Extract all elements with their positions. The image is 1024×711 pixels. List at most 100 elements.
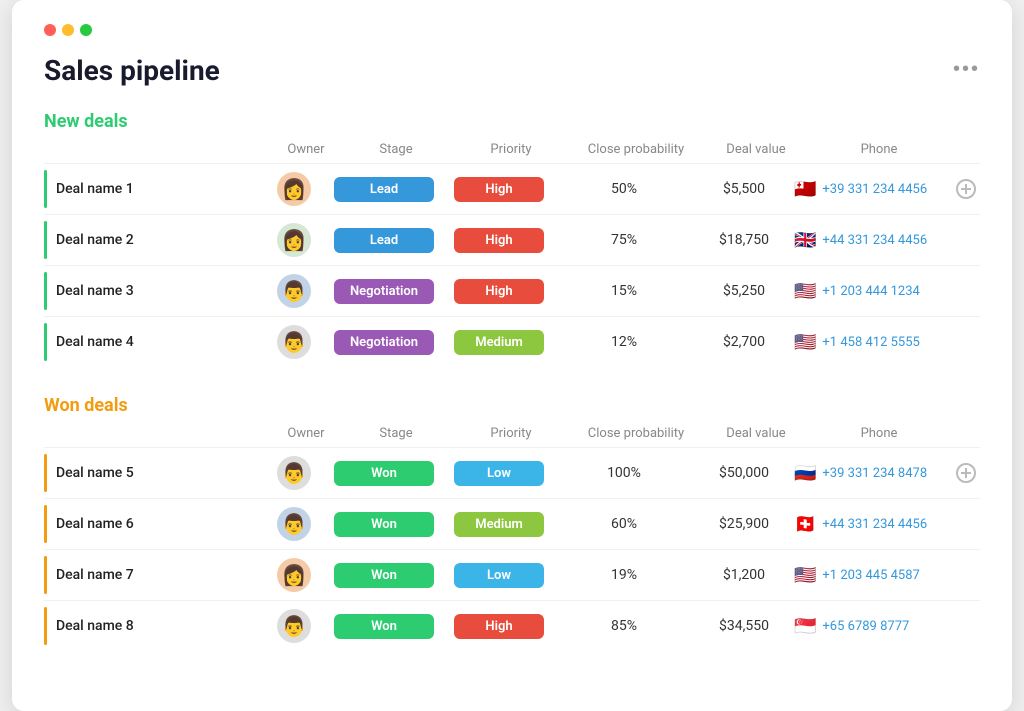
stage-cell: Lead	[324, 228, 444, 253]
stage-badge: Negotiation	[334, 279, 434, 304]
tl-maximize[interactable]	[80, 24, 92, 36]
col-close-prob: Close probability	[566, 142, 706, 157]
deal-value: $25,900	[694, 516, 794, 532]
priority-badge: Low	[454, 563, 544, 588]
phone-number[interactable]: +39 331 234 8478	[822, 466, 927, 481]
col-priority: Priority	[456, 142, 566, 157]
new-deals-header: Owner Stage Priority Close probability D…	[44, 142, 980, 163]
won-deals-title: Won deals	[44, 395, 980, 416]
add-deal-button[interactable]	[952, 179, 980, 199]
close-probability: 50%	[554, 181, 694, 197]
avatar: 👩	[277, 558, 311, 592]
stage-badge: Won	[334, 461, 434, 486]
stage-cell: Negotiation	[324, 330, 444, 355]
stage-cell: Won	[324, 614, 444, 639]
table-row: Deal name 4 👨 Negotiation Medium 12% $2,…	[44, 316, 980, 367]
phone-number[interactable]: +39 331 234 4456	[822, 182, 927, 197]
avatar-cell: 👨	[264, 609, 324, 643]
col-add-new	[952, 142, 980, 157]
col-deal-value: Deal value	[706, 142, 806, 157]
phone-cell: 🇹🇴 +39 331 234 4456	[794, 179, 952, 200]
flag-icon: 🇷🇺	[794, 463, 816, 484]
avatar: 👩	[277, 223, 311, 257]
priority-cell: Medium	[444, 330, 554, 355]
col-owner: Owner	[276, 142, 336, 157]
won-col-stage: Stage	[336, 426, 456, 441]
avatar: 👨	[277, 609, 311, 643]
table-row: Deal name 3 👨 Negotiation High 15% $5,25…	[44, 265, 980, 316]
main-window: Sales pipeline ••• New deals Owner Stage…	[12, 0, 1012, 711]
deal-name: Deal name 2	[44, 232, 264, 248]
flag-icon: 🇨🇭	[794, 514, 816, 535]
stage-cell: Negotiation	[324, 279, 444, 304]
phone-number[interactable]: +44 331 234 4456	[822, 517, 927, 532]
stage-cell: Won	[324, 461, 444, 486]
avatar: 👨	[277, 456, 311, 490]
close-probability: 100%	[554, 465, 694, 481]
phone-number[interactable]: +1 203 445 4587	[822, 568, 919, 583]
new-deals-table: Owner Stage Priority Close probability D…	[44, 142, 980, 367]
deal-value: $34,550	[694, 618, 794, 634]
avatar-cell: 👩	[264, 558, 324, 592]
flag-icon: 🇺🇸	[794, 332, 816, 353]
phone-number[interactable]: +44 331 234 4456	[822, 233, 927, 248]
flag-icon: 🇹🇴	[794, 179, 816, 200]
phone-number[interactable]: +65 6789 8777	[822, 619, 909, 634]
deal-value: $5,500	[694, 181, 794, 197]
priority-badge: High	[454, 279, 544, 304]
phone-number[interactable]: +1 203 444 1234	[822, 284, 919, 299]
more-button[interactable]: •••	[953, 58, 980, 81]
deal-name: Deal name 5	[44, 465, 264, 481]
priority-badge: Medium	[454, 512, 544, 537]
priority-cell: Low	[444, 461, 554, 486]
add-deal-button[interactable]	[952, 463, 980, 483]
close-probability: 15%	[554, 283, 694, 299]
priority-badge: Medium	[454, 330, 544, 355]
deal-value: $1,200	[694, 567, 794, 583]
won-deals-rows: Deal name 5 👨 Won Low 100% $50,000 🇷🇺 +3…	[44, 447, 980, 651]
avatar-cell: 👨	[264, 274, 324, 308]
avatar-cell: 👨	[264, 325, 324, 359]
won-col-name	[56, 426, 276, 441]
table-row: Deal name 2 👩 Lead High 75% $18,750 🇬🇧 +…	[44, 214, 980, 265]
won-col-priority: Priority	[456, 426, 566, 441]
avatar-cell: 👩	[264, 223, 324, 257]
phone-cell: 🇷🇺 +39 331 234 8478	[794, 463, 952, 484]
flag-icon: 🇸🇬	[794, 616, 816, 637]
new-deals-section: New deals Owner Stage Priority Close pro…	[44, 111, 980, 367]
won-col-owner: Owner	[276, 426, 336, 441]
phone-cell: 🇨🇭 +44 331 234 4456	[794, 514, 952, 535]
stage-cell: Lead	[324, 177, 444, 202]
stage-badge: Won	[334, 563, 434, 588]
avatar: 👨	[277, 507, 311, 541]
phone-cell: 🇺🇸 +1 203 445 4587	[794, 565, 952, 586]
page-title: Sales pipeline	[44, 54, 980, 87]
tl-minimize[interactable]	[62, 24, 74, 36]
priority-badge: High	[454, 177, 544, 202]
priority-cell: High	[444, 614, 554, 639]
flag-icon: 🇺🇸	[794, 281, 816, 302]
new-deals-title: New deals	[44, 111, 980, 132]
flag-icon: 🇺🇸	[794, 565, 816, 586]
close-probability: 85%	[554, 618, 694, 634]
phone-cell: 🇺🇸 +1 458 412 5555	[794, 332, 952, 353]
table-row: Deal name 7 👩 Won Low 19% $1,200 🇺🇸 +1 2…	[44, 549, 980, 600]
new-deals-rows: Deal name 1 👩 Lead High 50% $5,500 🇹🇴 +3…	[44, 163, 980, 367]
phone-cell: 🇸🇬 +65 6789 8777	[794, 616, 952, 637]
stage-badge: Lead	[334, 228, 434, 253]
priority-badge: High	[454, 228, 544, 253]
avatar-cell: 👨	[264, 456, 324, 490]
deal-name: Deal name 7	[44, 567, 264, 583]
close-probability: 60%	[554, 516, 694, 532]
avatar-cell: 👨	[264, 507, 324, 541]
table-row: Deal name 6 👨 Won Medium 60% $25,900 🇨🇭 …	[44, 498, 980, 549]
priority-badge: High	[454, 614, 544, 639]
deal-name: Deal name 4	[44, 334, 264, 350]
col-stage: Stage	[336, 142, 456, 157]
priority-cell: High	[444, 279, 554, 304]
phone-number[interactable]: +1 458 412 5555	[822, 335, 919, 350]
won-col-phone: Phone	[806, 426, 952, 441]
table-row: Deal name 1 👩 Lead High 50% $5,500 🇹🇴 +3…	[44, 163, 980, 214]
tl-close[interactable]	[44, 24, 56, 36]
stage-cell: Won	[324, 563, 444, 588]
